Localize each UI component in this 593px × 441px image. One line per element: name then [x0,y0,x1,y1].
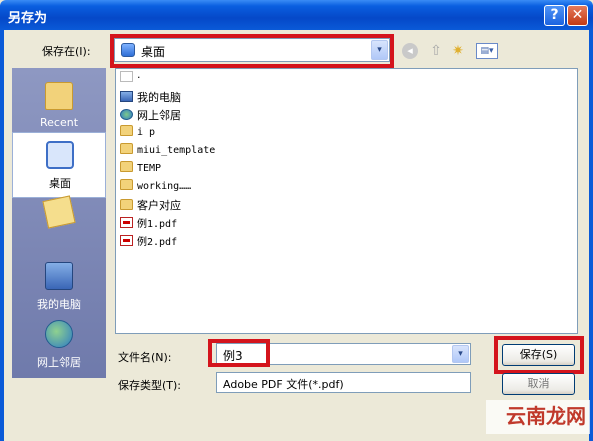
recent-folder-icon [45,82,73,110]
network-icon [120,109,133,120]
list-item[interactable]: 我的电脑 [120,89,181,106]
folder-icon [120,179,133,190]
title-bar[interactable]: 另存为 ? ✕ [0,0,593,30]
desktop-icon [46,141,74,169]
file-type-value: Adobe PDF 文件(*.pdf) [223,378,344,391]
view-menu-icon[interactable]: ▤▾ [476,43,498,59]
place-my-documents[interactable] [12,190,106,256]
file-name: miui_template [137,145,216,156]
save-in-label: 保存在(I): [42,45,91,58]
network-icon [45,320,73,348]
list-item[interactable]: 例1.pdf [120,215,177,232]
dialog-title: 另存为 [8,11,48,26]
place-desktop[interactable]: 桌面 [12,132,106,198]
window-frame-right [589,30,593,441]
file-name: · [137,71,141,84]
chevron-down-icon[interactable]: ▾ [452,345,469,363]
file-type-label: 保存类型(T): [118,379,182,392]
list-item[interactable]: · [120,71,141,88]
list-item[interactable]: working…… [120,179,191,196]
close-button[interactable]: ✕ [567,5,588,26]
computer-icon [45,262,73,290]
pdf-icon [120,217,133,228]
place-my-computer[interactable]: 我的电脑 [12,254,106,320]
folder-icon [120,161,133,172]
highlight-save-in [110,34,394,68]
list-item[interactable]: TEMP [120,161,161,178]
help-button[interactable]: ? [544,5,565,26]
place-network[interactable]: 网上邻居 [12,312,106,378]
list-item[interactable]: i p [120,125,155,142]
file-name: working…… [137,181,192,192]
file-name: TEMP [137,163,162,174]
file-name: 例2.pdf [137,237,178,248]
folder-icon [120,199,133,210]
file-name: i p [137,127,156,138]
place-label: Recent [39,116,79,129]
list-item[interactable]: 网上邻居 [120,107,181,124]
folder-icon [120,143,133,154]
file-name: 网上邻居 [137,109,181,122]
place-label: 网上邻居 [37,356,81,369]
place-label: 我的电脑 [37,298,81,311]
documents-icon [42,195,76,229]
back-icon[interactable]: ◂ [402,43,418,59]
place-recent[interactable]: Recent [12,74,106,140]
file-list[interactable]: · 我的电脑 网上邻居 i p miui_template TEMP worki… [115,68,578,334]
file-name: 客户对应 [137,199,181,212]
file-name: 例1.pdf [137,219,178,230]
file-name-label: 文件名(N): [118,351,172,364]
list-item[interactable]: miui_template [120,143,215,160]
file-name: 我的电脑 [137,91,181,104]
list-item[interactable]: 客户对应 [120,197,181,214]
blank-icon [120,71,133,82]
new-folder-icon[interactable]: ✷ [450,43,466,59]
cancel-button[interactable]: 取消 [502,373,575,395]
highlight-file-name [208,339,270,367]
save-as-dialog: 另存为 ? ✕ 保存在(I): 桌面 ▾ ◂ ⇧ ✷ ▤▾ Recent 桌面 … [0,0,593,441]
list-item[interactable]: 例2.pdf [120,233,177,250]
up-folder-icon[interactable]: ⇧ [428,43,444,59]
watermark: 云南龙网 [486,400,590,434]
highlight-save-button [494,336,584,374]
place-label: 桌面 [49,177,71,190]
folder-icon [120,125,133,136]
computer-icon [120,91,133,102]
file-type-select[interactable]: Adobe PDF 文件(*.pdf) [216,372,471,393]
places-bar: Recent 桌面 我的电脑 网上邻居 [12,68,106,378]
window-frame-left [0,30,4,441]
pdf-icon [120,235,133,246]
